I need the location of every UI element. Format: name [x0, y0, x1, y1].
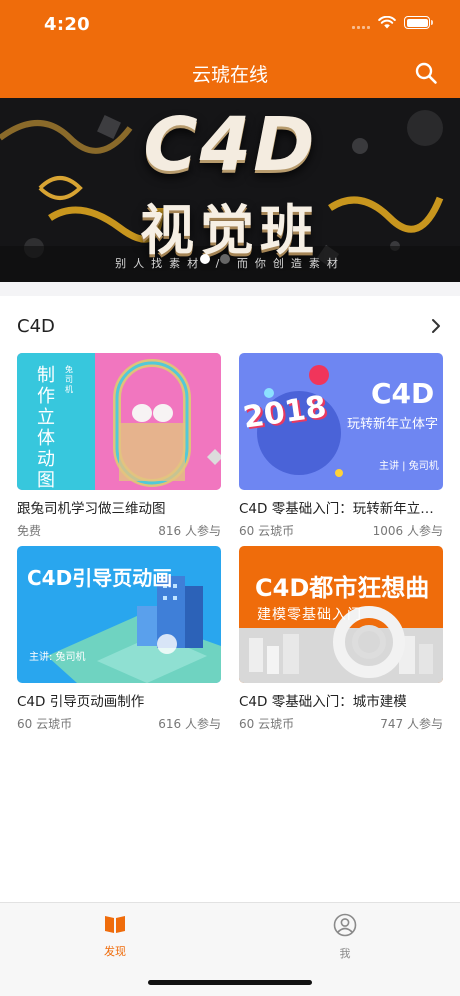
status-time: 4:20 [44, 14, 90, 35]
promo-banner[interactable]: C4D 视觉班 别人找素材 / 而你创造素材 [0, 98, 460, 282]
tab-label: 我 [339, 947, 351, 960]
thumb-sub: 建模零基础入门 [257, 607, 362, 623]
banner-title: C4D [143, 102, 317, 188]
course-title: 跟兔司机学习做三维动图 [17, 501, 166, 517]
pager-dot[interactable] [200, 254, 210, 264]
course-card[interactable]: 制作立体动图 兔司机 跟兔司机学习做三维动图 免费 816 人参与 [17, 353, 221, 539]
status-icons [352, 16, 433, 29]
course-thumbnail[interactable]: C4D都市狂想曲 建模零基础入门 [239, 546, 443, 683]
signal-icon [352, 17, 370, 29]
tab-label: 发现 [104, 945, 126, 958]
thumb-illustration [95, 353, 221, 490]
page-title: 云琥在线 [191, 64, 268, 86]
course-meta: 60 云琥币 747 人参与 [239, 715, 443, 732]
banner-caption: 别人找素材 / 而你创造素材 [115, 257, 345, 270]
course-participants: 747 人参与 [380, 717, 443, 731]
course-meta: 60 云琥币 616 人参与 [17, 715, 221, 732]
banner-pager[interactable] [200, 254, 230, 264]
thumb-small: 主讲: 兔司机 [29, 652, 86, 663]
course-meta: 免费 816 人参与 [17, 522, 221, 539]
profile-icon [333, 913, 357, 937]
course-price: 60 云琥币 [239, 717, 295, 731]
book-icon [105, 916, 125, 933]
thumb-text: C4D引导页动画 [27, 566, 173, 590]
tab-discover[interactable]: 发现 [75, 913, 155, 959]
course-participants: 1006 人参与 [372, 524, 443, 538]
course-card[interactable]: C4D引导页动画 主讲: 兔司机 C4D 引导页动画制作 60 云琥币 616 … [17, 546, 221, 732]
course-card[interactable]: C4D都市狂想曲 建模零基础入门 C4D 零基础入门：城市建模 60 云琥币 7… [239, 546, 443, 732]
thumb-text: C4D [371, 377, 435, 410]
thumb-small: 主讲 | 兔司机 [379, 461, 439, 472]
course-price: 免费 [17, 524, 42, 538]
section-title: C4D [17, 316, 55, 337]
tab-me[interactable]: 我 [305, 913, 385, 961]
thumb-text: C4D都市狂想曲 [255, 574, 430, 602]
course-title: C4D 零基础入门：玩转新年立体字 [239, 501, 443, 517]
course-price: 60 云琥币 [239, 524, 295, 538]
course-price: 60 云琥币 [17, 717, 73, 731]
thumb-sub: 玩转新年立体字 [347, 417, 439, 432]
banner-subtitle: 视觉班 [140, 199, 320, 262]
section-divider [0, 282, 460, 296]
search-icon[interactable] [414, 61, 438, 85]
course-meta: 60 云琥币 1006 人参与 [239, 522, 443, 539]
course-participants: 616 人参与 [158, 717, 221, 731]
course-participants: 816 人参与 [158, 524, 221, 538]
battery-icon [404, 16, 433, 29]
wifi-icon [378, 16, 396, 29]
course-thumbnail[interactable]: C4D引导页动画 主讲: 兔司机 [17, 546, 221, 683]
course-thumbnail[interactable]: 制作立体动图 兔司机 [17, 353, 221, 490]
app-header: 4:20 云琥在线 [0, 0, 460, 98]
course-card[interactable]: 2018 C4D 玩转新年立体字 主讲 | 兔司机 C4D 零基础入门：玩转新年… [239, 353, 443, 539]
course-thumbnail[interactable]: 2018 C4D 玩转新年立体字 主讲 | 兔司机 [239, 353, 443, 490]
course-title: C4D 引导页动画制作 [17, 694, 145, 710]
home-indicator [148, 980, 312, 985]
chevron-right-icon[interactable] [430, 318, 442, 334]
course-title: C4D 零基础入门：城市建模 [239, 694, 407, 710]
pager-dot[interactable] [220, 254, 230, 264]
